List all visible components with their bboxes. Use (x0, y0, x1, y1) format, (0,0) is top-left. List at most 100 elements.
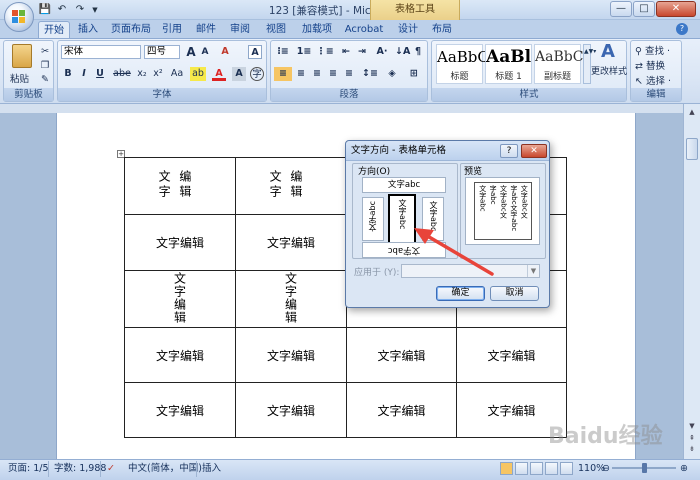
align-center-icon[interactable]: ≡ (294, 67, 308, 81)
phonetic-guide-icon[interactable]: A (248, 45, 262, 59)
table-cell[interactable]: 文字编辑 (235, 214, 347, 271)
table-cell[interactable]: 文字编辑 (124, 214, 236, 271)
dialog-help-button[interactable]: ? (500, 144, 518, 158)
office-button[interactable] (4, 2, 34, 32)
table-cell[interactable]: 文字编辑 (235, 382, 347, 438)
prev-page-icon[interactable]: ⇞ (686, 434, 698, 444)
minimize-button[interactable]: — (610, 1, 632, 17)
orientation-horizontal[interactable]: 文字abc (362, 177, 446, 193)
cancel-button[interactable]: 取消 (490, 286, 539, 301)
enclose-chars-icon[interactable]: 字 (250, 67, 264, 81)
language-status[interactable]: 中文(简体，中国) (128, 463, 202, 475)
style-title[interactable]: AaBbC 标题 (436, 44, 489, 84)
tab-view[interactable]: 视图 (262, 21, 290, 38)
bold-button[interactable]: B (61, 67, 75, 81)
shading-icon[interactable]: ◈ (383, 67, 401, 81)
vertical-scrollbar[interactable]: ▲ ▼ ⇞ ⇟ (683, 104, 700, 459)
tab-mailings[interactable]: 邮件 (192, 21, 220, 38)
tab-addins[interactable]: 加载项 (298, 21, 336, 38)
page-count[interactable]: 页面: 1/5 (8, 463, 49, 475)
table-cell[interactable]: 文字编辑 (346, 327, 457, 383)
copy-icon[interactable]: ❐ (38, 59, 52, 73)
multilevel-list-icon[interactable]: ⋮≡ (316, 45, 334, 59)
sort-icon[interactable]: ↓A (395, 45, 410, 59)
distribute-icon[interactable]: ≡ (342, 67, 356, 81)
tab-design[interactable]: 设计 (394, 21, 422, 38)
style-subtitle[interactable]: AaBbC 副标题 (534, 44, 583, 84)
zoom-in-icon[interactable]: ⊕ (680, 463, 688, 475)
underline-button[interactable]: U (93, 67, 107, 81)
cut-icon[interactable]: ✂ (38, 45, 52, 59)
font-size-box[interactable]: 四号 (144, 45, 180, 59)
strikethrough-button[interactable]: abe (111, 67, 133, 81)
next-page-icon[interactable]: ⇟ (686, 445, 698, 455)
clear-format-icon[interactable]: A (218, 45, 232, 59)
horizontal-ruler[interactable] (0, 104, 700, 113)
superscript-button[interactable]: x² (151, 67, 165, 81)
scroll-up-icon[interactable]: ▲ (686, 108, 698, 118)
scroll-down-icon[interactable]: ▼ (686, 422, 698, 432)
table-cell[interactable]: 文字编辑 (456, 327, 567, 383)
change-case-button[interactable]: Aa (168, 67, 186, 81)
italic-button[interactable]: I (77, 67, 91, 81)
table-cell[interactable]: 文字编辑 (235, 327, 347, 383)
find-button[interactable]: ⚲ 查找 · (635, 43, 670, 57)
zoom-out-icon[interactable]: ⊖ (602, 463, 610, 475)
tab-insert[interactable]: 插入 (74, 21, 102, 38)
chevron-down-icon[interactable]: ▼ (527, 265, 539, 277)
full-screen-reading-icon[interactable] (515, 462, 528, 475)
table-cell[interactable]: 文字编辑 (235, 270, 347, 328)
table-cell[interactable]: 文字编辑 (124, 382, 236, 438)
bullets-icon[interactable]: ⁝≡ (274, 45, 292, 59)
table-cell[interactable]: 文字编辑 (346, 382, 457, 438)
outline-view-icon[interactable] (545, 462, 558, 475)
tab-acrobat[interactable]: Acrobat (342, 21, 386, 38)
draft-view-icon[interactable] (560, 462, 573, 475)
show-marks-icon[interactable]: ¶ (411, 45, 425, 59)
table-cell[interactable]: 文字 编辑 (235, 157, 347, 215)
table-cell[interactable]: 文字 编辑 (124, 157, 236, 215)
tab-home[interactable]: 开始 (38, 21, 70, 38)
borders-icon[interactable]: ⊞ (405, 67, 423, 81)
proofing-icon[interactable]: ✓ (107, 463, 115, 475)
format-painter-icon[interactable]: ✎ (38, 73, 52, 87)
ok-button[interactable]: 确定 (436, 286, 485, 301)
change-styles-icon[interactable]: A (598, 42, 618, 62)
scroll-thumb[interactable] (686, 138, 698, 160)
align-right-icon[interactable]: ≡ (310, 67, 324, 81)
line-spacing-icon[interactable]: ↕≡ (361, 67, 379, 81)
tab-page-layout[interactable]: 页面布局 (108, 21, 154, 38)
tab-review[interactable]: 审阅 (226, 21, 254, 38)
shrink-font-icon[interactable]: A (198, 45, 212, 59)
style-heading-1[interactable]: AaBl 标题 1 (485, 44, 532, 84)
grow-font-icon[interactable]: A (184, 45, 198, 59)
close-button[interactable]: ✕ (656, 1, 696, 17)
decrease-indent-icon[interactable]: ⇤ (339, 45, 353, 59)
table-cell[interactable]: 文字编辑 (124, 327, 236, 383)
paste-label[interactable]: 粘贴 (10, 71, 29, 85)
font-color-button[interactable]: A (212, 67, 226, 81)
font-name-box[interactable]: 宋体 (61, 45, 141, 59)
subscript-button[interactable]: x₂ (135, 67, 149, 81)
insert-mode[interactable]: 插入 (202, 463, 221, 475)
char-shading-button[interactable]: A (232, 67, 246, 81)
align-left-icon[interactable]: ≡ (274, 67, 292, 81)
word-count[interactable]: 字数: 1,988 (54, 463, 106, 475)
replace-button[interactable]: ⇄ 替换 (635, 58, 665, 72)
justify-icon[interactable]: ≡ (326, 67, 340, 81)
increase-indent-icon[interactable]: ⇥ (355, 45, 369, 59)
chinese-layout-icon[interactable]: A· (373, 45, 391, 59)
orientation-rotate-left[interactable]: 文字abc (362, 197, 384, 241)
highlight-button[interactable]: ab (190, 67, 206, 81)
help-icon[interactable]: ? (676, 23, 688, 35)
print-layout-icon[interactable] (500, 462, 513, 475)
numbering-icon[interactable]: 1≡ (295, 45, 313, 59)
maximize-button[interactable]: □ (633, 1, 655, 17)
zoom-slider-thumb[interactable] (642, 463, 647, 473)
paste-icon[interactable] (12, 44, 32, 68)
web-layout-icon[interactable] (530, 462, 543, 475)
tab-layout[interactable]: 布局 (428, 21, 456, 38)
table-cell[interactable]: 文字编辑 (124, 270, 236, 328)
dialog-close-button[interactable]: ✕ (521, 144, 547, 158)
tab-references[interactable]: 引用 (158, 21, 186, 38)
